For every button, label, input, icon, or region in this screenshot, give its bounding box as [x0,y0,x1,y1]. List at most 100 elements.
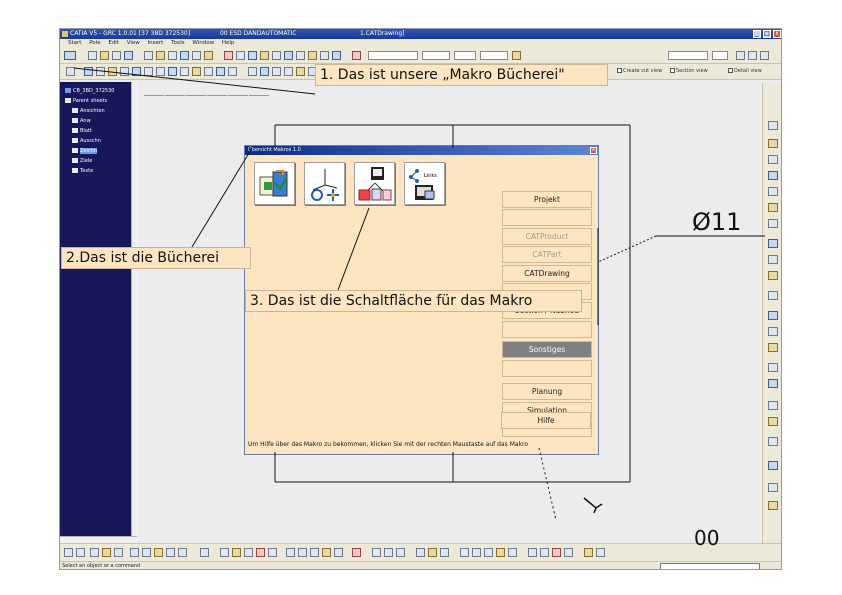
filter-icon[interactable] [268,548,277,557]
tolerance-tool-icon[interactable] [768,255,778,264]
tree-item[interactable]: Ausschn [72,138,101,144]
balloon-tool-icon[interactable] [768,187,778,196]
section-view-checkbox[interactable]: Section view [670,68,708,74]
cut-plane-icon[interactable] [440,548,449,557]
linetype-dropdown[interactable] [422,51,450,60]
cursor-icon[interactable] [416,548,425,557]
category-planung-button[interactable]: Planung [502,383,592,400]
circle-icon[interactable] [168,67,177,76]
layer-dropdown[interactable] [480,51,508,60]
wizard-icon[interactable] [296,51,305,60]
trim-icon[interactable] [248,67,257,76]
macro-button-4[interactable]: Links [404,162,445,205]
move-icon[interactable] [130,548,139,557]
update-icon[interactable] [768,437,778,446]
axis-icon[interactable] [216,67,225,76]
bom-icon[interactable] [496,548,505,557]
point-icon[interactable] [204,67,213,76]
thickness-dropdown[interactable] [454,51,476,60]
formula-icon[interactable] [396,548,405,557]
print-icon[interactable] [124,51,133,60]
parameter-icon[interactable] [384,548,393,557]
tree-item[interactable]: Ansichten [72,108,105,114]
tool-palette-icon[interactable] [584,548,593,557]
hide-show-icon[interactable] [166,548,175,557]
list-icon[interactable] [484,548,493,557]
table-tool-icon[interactable] [768,171,778,180]
analysis-icon[interactable] [768,401,778,410]
snap-icon[interactable] [144,67,153,76]
warning-icon[interactable] [322,548,331,557]
color-dropdown[interactable] [368,51,418,60]
save-icon[interactable] [112,51,121,60]
macro-icon[interactable] [352,548,361,557]
select-tool-icon[interactable] [64,51,76,60]
category-catpart-button[interactable]: CATPart [502,246,592,263]
arc-icon[interactable] [180,67,189,76]
highlight-icon[interactable] [552,548,561,557]
paste-icon[interactable] [168,51,177,60]
dimension-icon[interactable] [320,51,329,60]
title-block-icon[interactable] [108,67,117,76]
thread-tool-icon[interactable] [768,343,778,352]
rotate-view-icon[interactable] [142,548,151,557]
category-empty-button[interactable] [502,321,592,338]
offset-icon[interactable] [272,67,281,76]
menu-window[interactable]: Window [192,40,214,46]
spline-icon[interactable] [192,67,201,76]
magnifier-icon[interactable] [596,548,605,557]
dialog-close-button[interactable]: X [590,147,597,154]
rotate-icon[interactable] [296,67,305,76]
frame-icon[interactable] [96,67,105,76]
thread-icon[interactable] [228,67,237,76]
grid-toggle-icon[interactable] [200,548,209,557]
minimize-button[interactable]: _ [753,30,761,38]
zoom-area-icon[interactable] [114,548,123,557]
menu-pole[interactable]: Pole [89,40,100,46]
layer-icon[interactable] [540,548,549,557]
view-icon[interactable] [224,51,233,60]
macro-button-1[interactable] [254,162,295,205]
italic-icon[interactable] [748,51,757,60]
snap-point-icon[interactable] [286,548,295,557]
menu-edit[interactable]: Edit [108,40,119,46]
isolate-icon[interactable] [768,483,778,492]
sketch-icon[interactable] [220,548,229,557]
measure-icon[interactable] [768,461,778,470]
center-line-icon[interactable] [768,311,778,320]
bold-icon[interactable] [736,51,745,60]
normal-view-icon[interactable] [154,548,163,557]
tree-hscrollbar[interactable] [60,536,137,543]
category-hilfe-button[interactable]: Hilfe [501,412,591,429]
command-input[interactable] [660,563,760,569]
open-icon[interactable] [100,51,109,60]
cut-icon[interactable] [144,51,153,60]
color-picker-icon[interactable] [256,548,265,557]
category-catdrawing-button[interactable]: CATDrawing [502,265,592,282]
dialog-title-bar[interactable]: Übersicht Makros 1.0 [245,146,598,155]
copy-icon[interactable] [156,51,165,60]
font-size-dropdown[interactable] [712,51,728,60]
detail-view-checkbox[interactable]: Detail view [728,68,762,74]
reference-icon[interactable] [460,548,469,557]
area-fill-icon[interactable] [768,363,778,372]
maximize-button[interactable]: □ [763,30,771,38]
menu-help[interactable]: Help [222,40,235,46]
hide-icon[interactable] [528,548,537,557]
weld-tool-icon[interactable] [768,219,778,228]
table-icon[interactable] [120,67,129,76]
extend-icon[interactable] [260,67,269,76]
menu-view[interactable]: View [127,40,140,46]
tree-root[interactable]: CB_3BD_372530 [65,88,114,94]
format-painter-icon[interactable] [512,51,521,60]
help-icon[interactable] [204,51,213,60]
text-tool-icon[interactable] [768,139,778,148]
sphere-icon[interactable] [428,548,437,557]
category-empty-button[interactable] [502,360,592,377]
overview-icon[interactable] [508,548,517,557]
gear-icon[interactable] [66,67,75,76]
relation-icon[interactable] [372,548,381,557]
underline-icon[interactable] [760,51,769,60]
category-sonstiges-button[interactable]: Sonstiges [502,341,592,358]
analysis-view-icon[interactable] [310,548,319,557]
